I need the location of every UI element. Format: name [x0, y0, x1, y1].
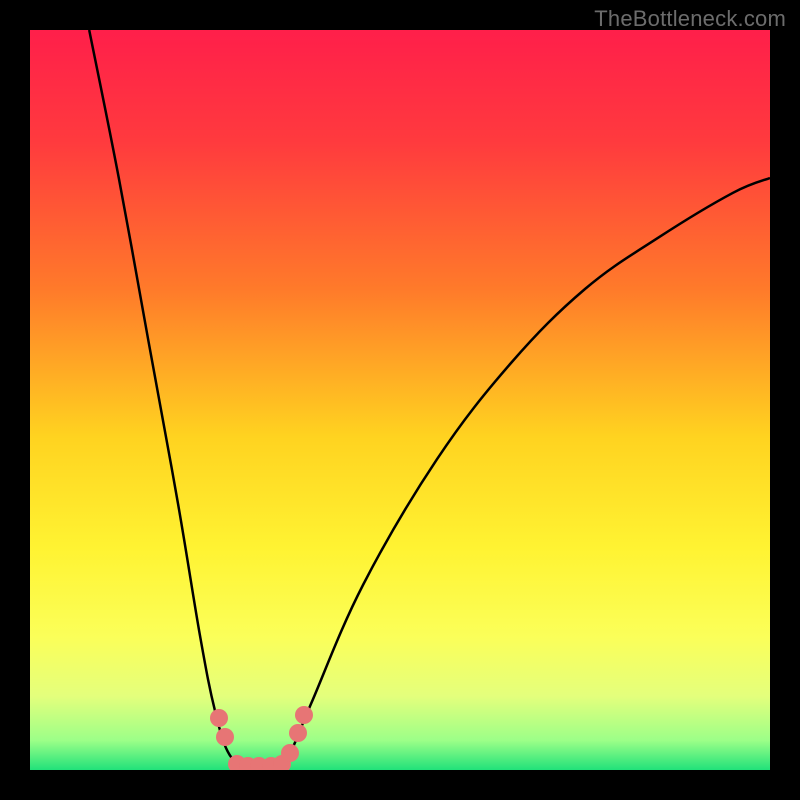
chart-frame: TheBottleneck.com	[0, 0, 800, 800]
bottleneck-curve	[30, 30, 770, 770]
watermark-text: TheBottleneck.com	[594, 6, 786, 32]
curve-marker	[281, 744, 299, 762]
plot-area	[30, 30, 770, 770]
curve-marker	[295, 706, 313, 724]
curve-marker	[289, 724, 307, 742]
curve-marker	[216, 728, 234, 746]
curve-marker	[210, 709, 228, 727]
